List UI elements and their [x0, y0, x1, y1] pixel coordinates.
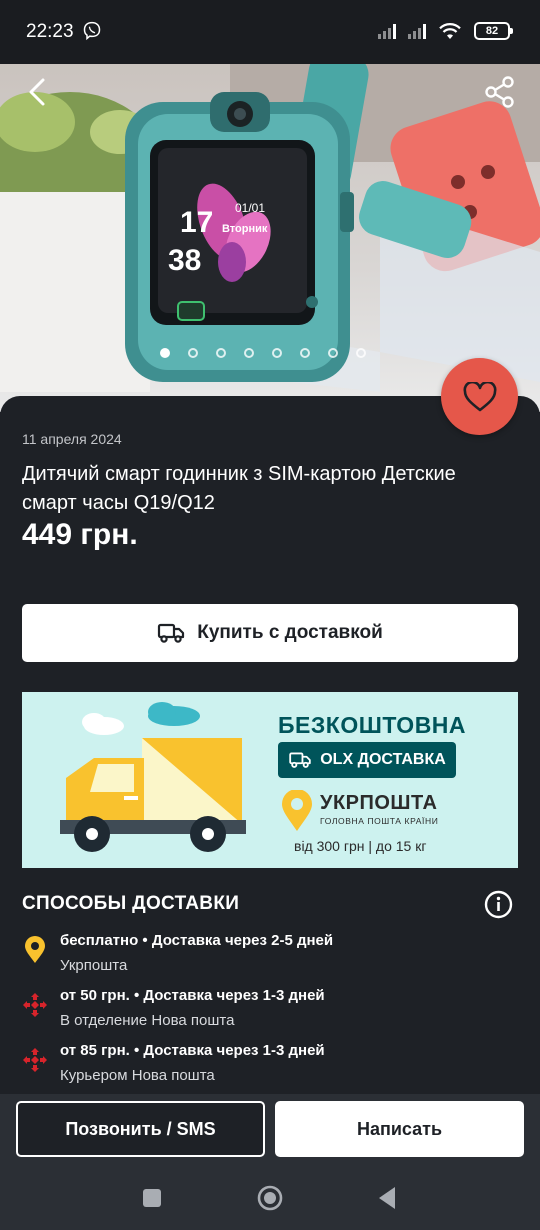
system-navigation-bar [0, 1164, 540, 1230]
carousel-dot[interactable] [272, 348, 282, 358]
delivery-method-price: от 50 грн. • Доставка через 1-3 дней [60, 987, 325, 1004]
battery-icon: 82 [474, 22, 513, 40]
delivery-method-price: бесплатно • Доставка через 2-5 дней [60, 932, 334, 949]
listing-date: 11 апреля 2024 [22, 431, 122, 447]
smart-watch-photo: 17 38 01/01 Вторник [0, 52, 540, 392]
info-icon[interactable] [484, 890, 513, 919]
listing-screen: 22:23 82 17 38 01/01 Вторник 11 апреля 2… [0, 0, 540, 1230]
listing-title: Дитячий смарт годинник з SIM-картою Детс… [22, 463, 456, 514]
nova-poshta-icon [23, 993, 47, 1017]
free-delivery-banner[interactable]: БЕЗКОШТОВНА OLX ДОСТАВКА УКРПОШТА ГОЛОВН… [22, 692, 518, 868]
ukrposhta-tagline: ГОЛОВНА ПОШТА КРАЇНИ [320, 816, 439, 826]
watch-minute: 38 [168, 244, 201, 277]
listing-price: 449 грн. [22, 518, 138, 551]
carousel-dot[interactable] [328, 348, 338, 358]
banner-headline: БЕЗКОШТОВНА [278, 712, 467, 738]
back-icon[interactable] [20, 74, 56, 110]
carousel-dot[interactable] [356, 348, 366, 358]
share-icon[interactable] [482, 74, 518, 110]
truck-icon [158, 623, 185, 643]
delivery-truck-illustration [60, 702, 246, 852]
olx-delivery-label: OLX ДОСТАВКА [320, 751, 446, 768]
signal-icon [378, 23, 396, 39]
buy-with-delivery-label: Купить с доставкой [197, 622, 383, 643]
signal-icon [408, 23, 426, 39]
watch-hour: 17 [180, 206, 213, 239]
delivery-method-price: от 85 грн. • Доставка через 1-3 дней [60, 1042, 325, 1059]
delivery-method-ukrposhta: бесплатно • Доставка через 2-5 дней Укрп… [22, 932, 522, 982]
carousel-dot[interactable] [160, 348, 170, 358]
call-sms-button[interactable]: Позвонить / SMS [16, 1101, 265, 1157]
status-icons: 82 [378, 22, 513, 40]
recents-icon[interactable] [138, 1184, 166, 1212]
contact-action-bar: Позвонить / SMS Написать [0, 1094, 540, 1164]
watch-date: 01/01 [235, 201, 265, 215]
carousel-dot[interactable] [188, 348, 198, 358]
banner-conditions: від 300 грн | до 15 кг [294, 838, 427, 854]
truck-icon [289, 752, 311, 768]
carousel-indicator [160, 348, 366, 358]
nova-poshta-icon [23, 1048, 47, 1072]
wifi-icon [439, 23, 461, 39]
watch-day: Вторник [222, 223, 268, 235]
carousel-dot[interactable] [244, 348, 254, 358]
carousel-dot[interactable] [300, 348, 310, 358]
ukrposhta-logo-icon [282, 790, 312, 831]
home-icon[interactable] [256, 1184, 284, 1212]
delivery-method-nova-poshta-branch: от 50 грн. • Доставка через 1-3 дней В о… [22, 987, 522, 1037]
delivery-methods-title: СПОСОБЫ ДОСТАВКИ [22, 893, 240, 914]
ukrposhta-name: УКРПОШТА [320, 792, 438, 814]
status-time: 22:23 [26, 21, 74, 42]
heart-icon [463, 381, 496, 411]
product-image-carousel[interactable]: 17 38 01/01 Вторник [0, 52, 540, 412]
delivery-method-nova-poshta-courier: от 85 грн. • Доставка через 1-3 дней Кур… [22, 1042, 522, 1092]
favorite-button[interactable] [441, 358, 518, 435]
delivery-method-name: В отделение Нова пошта [60, 1012, 235, 1029]
delivery-method-name: Укрпошта [60, 957, 128, 974]
viber-icon [83, 21, 101, 41]
status-bar: 22:23 82 [0, 0, 540, 64]
ukrposhta-icon [25, 936, 45, 963]
buy-with-delivery-button[interactable]: Купить с доставкой [22, 604, 518, 662]
listing-details: 11 апреля 2024 Дитячий смарт годинник з … [0, 396, 540, 1096]
delivery-method-name: Курьером Нова пошта [60, 1067, 215, 1084]
back-nav-icon[interactable] [374, 1184, 402, 1212]
write-message-button[interactable]: Написать [275, 1101, 524, 1157]
carousel-dot[interactable] [216, 348, 226, 358]
olx-delivery-badge: OLX ДОСТАВКА [278, 742, 456, 778]
